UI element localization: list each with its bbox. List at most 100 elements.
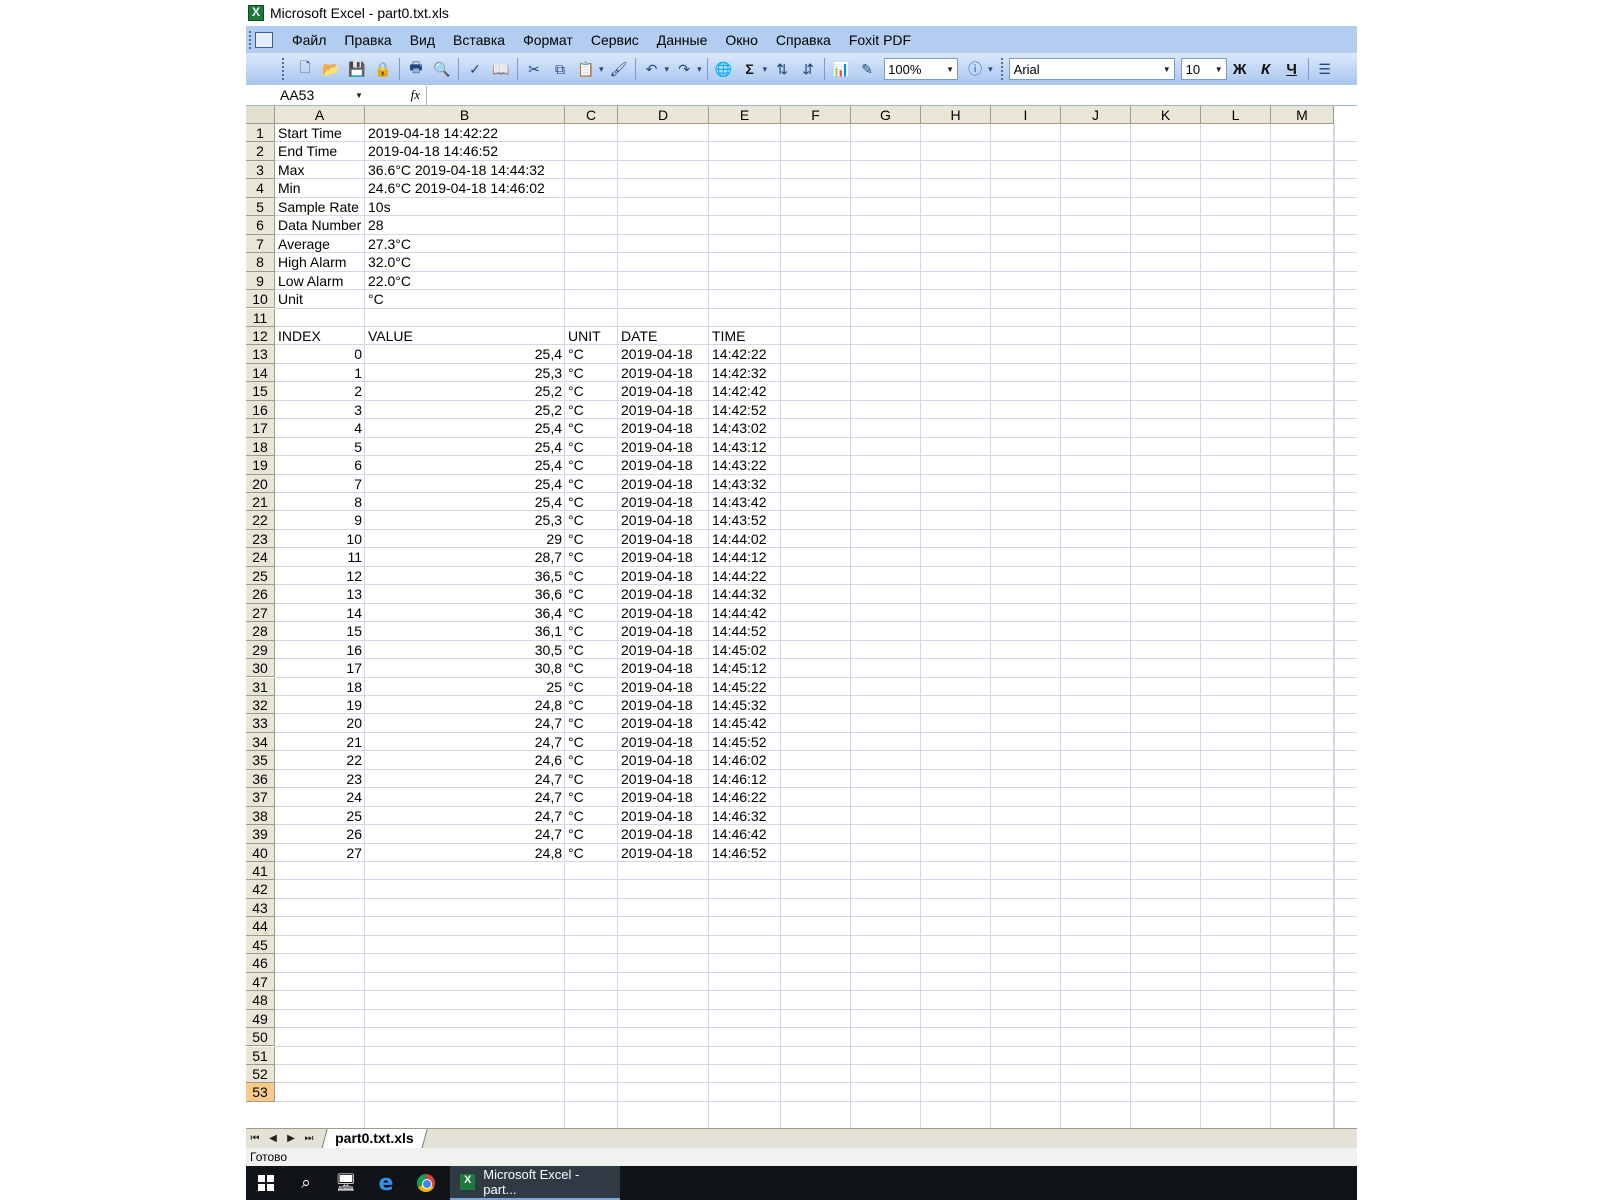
column-header-f[interactable]: F [781,106,851,124]
row-header[interactable]: 10 [246,290,275,309]
index-cell[interactable]: 15 [275,622,365,641]
value-cell[interactable]: 25,4 [365,475,565,494]
date-cell[interactable]: 2019-04-18 [618,456,709,475]
cut-icon[interactable]: ✂ [523,58,545,80]
unit-cell[interactable]: °C [565,770,618,789]
date-cell[interactable]: 2019-04-18 [618,751,709,770]
row-header[interactable]: 19 [246,456,275,475]
index-cell[interactable]: 22 [275,751,365,770]
date-cell[interactable]: 2019-04-18 [618,825,709,844]
row-header[interactable]: 1 [246,124,275,143]
font-size-select[interactable]: 10 ▼ [1180,58,1227,80]
table-header-cell[interactable]: DATE [618,327,709,346]
edge-icon[interactable]: e [366,1166,406,1200]
time-cell[interactable]: 14:44:02 [709,530,781,549]
menu-format[interactable]: Формат [514,29,582,51]
date-cell[interactable]: 2019-04-18 [618,438,709,457]
unit-cell[interactable]: °C [565,364,618,383]
unit-cell[interactable]: °C [565,678,618,697]
select-all-corner[interactable] [246,106,275,124]
row-header[interactable]: 49 [246,1009,275,1029]
row-header[interactable]: 22 [246,511,275,530]
row-header[interactable]: 41 [246,862,275,881]
value-cell[interactable]: 29 [365,530,565,549]
table-header-cell[interactable]: INDEX [275,327,365,346]
row-header[interactable]: 11 [246,308,275,327]
unit-cell[interactable]: °C [565,825,618,844]
row-header[interactable]: 15 [246,382,275,401]
unit-cell[interactable]: °C [565,622,618,641]
unit-cell[interactable]: °C [565,751,618,770]
time-cell[interactable]: 14:43:32 [709,475,781,494]
table-header-cell[interactable]: UNIT [565,327,618,346]
date-cell[interactable]: 2019-04-18 [618,733,709,752]
index-cell[interactable]: 9 [275,511,365,530]
research-icon[interactable]: 📖 [490,58,512,80]
toolbar-grip[interactable] [1000,58,1005,80]
time-cell[interactable]: 14:44:32 [709,585,781,604]
index-cell[interactable]: 25 [275,807,365,826]
row-header[interactable]: 36 [246,769,275,789]
index-cell[interactable]: 23 [275,770,365,789]
row-header[interactable]: 2 [246,142,275,161]
time-cell[interactable]: 14:46:32 [709,807,781,826]
row-header[interactable]: 44 [246,917,275,936]
row-header[interactable]: 52 [246,1064,275,1084]
unit-cell[interactable]: °C [565,345,618,364]
windows-start-icon[interactable] [246,1166,286,1200]
value-cell[interactable]: 24,8 [365,844,565,863]
index-cell[interactable]: 5 [275,438,365,457]
row-header[interactable]: 38 [246,806,275,826]
value-cell[interactable]: 24,7 [365,825,565,844]
date-cell[interactable]: 2019-04-18 [618,345,709,364]
row-header[interactable]: 9 [246,271,275,291]
hyperlink-icon[interactable]: 🌐 [713,58,735,80]
value-cell[interactable]: 36,5 [365,567,565,586]
new-icon[interactable]: 🗋 [294,58,316,80]
column-header-a[interactable]: A [275,106,365,124]
index-cell[interactable]: 17 [275,659,365,678]
date-cell[interactable]: 2019-04-18 [618,548,709,567]
date-cell[interactable]: 2019-04-18 [618,530,709,549]
time-cell[interactable]: 14:42:52 [709,401,781,420]
paste-dropdown-icon[interactable]: ▾ [599,64,604,75]
column-header-b[interactable]: B [365,106,565,124]
index-cell[interactable]: 2 [275,382,365,401]
font-name-select[interactable]: Arial ▼ [1008,58,1175,80]
row-header[interactable]: 45 [246,935,275,955]
unit-cell[interactable]: °C [565,548,618,567]
time-cell[interactable]: 14:45:02 [709,641,781,660]
time-cell[interactable]: 14:42:42 [709,382,781,401]
date-cell[interactable]: 2019-04-18 [618,659,709,678]
menu-view[interactable]: Вид [401,29,444,51]
align-left-icon[interactable]: ☰ [1314,58,1336,80]
row-header[interactable]: 24 [246,548,275,567]
column-header-l[interactable]: L [1201,106,1271,124]
open-icon[interactable]: 📂 [320,58,342,80]
unit-cell[interactable]: °C [565,696,618,715]
row-header[interactable]: 35 [246,751,275,770]
unit-cell[interactable]: °C [565,604,618,623]
date-cell[interactable]: 2019-04-18 [618,401,709,420]
prev-sheet-icon[interactable]: ◀ [264,1133,282,1144]
date-cell[interactable]: 2019-04-18 [618,641,709,660]
summary-value-cell[interactable]: 2019-04-18 14:46:52 [365,142,709,161]
help-icon[interactable]: ⓘ [964,58,986,80]
time-cell[interactable]: 14:46:12 [709,770,781,789]
index-cell[interactable]: 19 [275,696,365,715]
summary-value-cell[interactable]: 28 [365,216,709,235]
index-cell[interactable]: 24 [275,788,365,807]
first-sheet-icon[interactable]: ⏮ [246,1133,264,1144]
menu-tools[interactable]: Сервис [582,29,648,51]
save-icon[interactable]: 💾 [346,58,368,80]
index-cell[interactable]: 12 [275,567,365,586]
sort-descending-icon[interactable]: ⇵ [797,58,819,80]
index-cell[interactable]: 10 [275,530,365,549]
index-cell[interactable]: 14 [275,604,365,623]
date-cell[interactable]: 2019-04-18 [618,807,709,826]
chevron-down-icon[interactable]: ▼ [352,85,366,105]
toolbar-options-icon[interactable]: ▾ [988,64,993,75]
menu-window[interactable]: Окно [716,29,767,51]
row-header[interactable]: 29 [246,640,275,660]
row-header[interactable]: 32 [246,695,275,715]
